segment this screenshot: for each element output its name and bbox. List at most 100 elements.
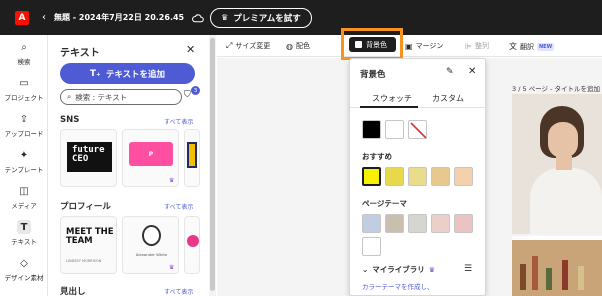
rail-label: プロジェクト	[4, 94, 44, 102]
add-text-button[interactable]: T₊ テキストを追加	[60, 63, 195, 84]
swatch-recommended[interactable]	[454, 167, 473, 186]
rail-item-projects[interactable]: ▭ プロジェクト	[0, 76, 48, 103]
add-text-label: テキストを追加	[105, 69, 166, 80]
filter-count-badge: 3	[191, 86, 200, 95]
section-title-sns: SNS	[60, 115, 80, 125]
background-color-button[interactable]: 背景色	[349, 37, 396, 52]
swatch-black[interactable]	[362, 120, 381, 139]
no-color-icon	[410, 122, 427, 139]
close-icon[interactable]: ✕	[186, 43, 195, 56]
photo-shirt	[530, 168, 602, 234]
search-icon: ⌕	[67, 92, 72, 101]
swatch-none[interactable]	[408, 120, 427, 139]
translate-button[interactable]: 文 翻訳 NEW	[509, 41, 555, 52]
swatch-page-theme[interactable]	[431, 214, 450, 233]
panel-scrollbar-thumb[interactable]	[210, 38, 215, 291]
folder-icon: ▭	[19, 77, 29, 89]
swatch-page-theme[interactable]	[362, 214, 381, 233]
text-panel: テキスト ✕ T₊ テキストを追加 ⌕ 検索 : テキスト ⛉ 3 SNS すべ…	[50, 35, 210, 296]
rail-item-media[interactable]: ◫ メディア	[0, 184, 48, 211]
margin-button[interactable]: ▣ マージン	[405, 41, 443, 51]
text-template-thumb[interactable]: P ♛	[122, 129, 179, 187]
top-bar: A ‹ 無題 - 2024年7月22日 20.26.45 ♛ プレミアムを試す	[0, 0, 602, 35]
rail-item-design-assets[interactable]: ◇ デザイン素材	[0, 256, 48, 283]
text-template-thumb[interactable]: Alexander White ♛	[122, 216, 179, 274]
upload-icon: ⇪	[19, 113, 29, 125]
close-icon[interactable]: ✕	[468, 66, 476, 77]
try-premium-button[interactable]: ♛ プレミアムを試す	[210, 7, 312, 28]
shelf-photo[interactable]	[512, 236, 602, 296]
pink-circle-preview	[187, 235, 199, 247]
see-all-link[interactable]: すべて表示	[164, 117, 193, 126]
swatch-recommended[interactable]	[362, 167, 381, 186]
search-input[interactable]: ⌕ 検索 : テキスト	[60, 89, 182, 105]
my-library-toggle[interactable]: ⌄ マイライブラリ ♛	[362, 264, 435, 275]
portrait-photo[interactable]	[512, 94, 602, 234]
swatch-white[interactable]	[385, 120, 404, 139]
rail-label: メディア	[11, 202, 37, 210]
rail-item-templates[interactable]: ✦ テンプレート	[0, 148, 48, 175]
left-rail: ⌕ 検索 ▭ プロジェクト ⇪ アップロード ✦ テンプレート ◫ メディア T…	[0, 35, 48, 296]
search-placeholder: 検索 : テキスト	[75, 92, 128, 102]
rail-item-search[interactable]: ⌕ 検索	[0, 40, 48, 67]
pink-tag-preview: P	[129, 142, 173, 166]
swatch-page-theme[interactable]	[362, 237, 381, 256]
text-template-thumb[interactable]: MEET THE TEAM LINDSEY MORRISON	[60, 216, 117, 274]
cloud-icon[interactable]	[192, 12, 204, 24]
panel-title: テキスト	[60, 48, 100, 59]
page-info[interactable]: 3 / 5 ページ - タイトルを追加	[512, 83, 600, 93]
person-illustration	[142, 225, 161, 246]
library-settings-icon[interactable]: ☰	[464, 264, 472, 274]
palette-icon: ◍	[286, 41, 293, 51]
premium-crown-icon: ♛	[169, 177, 175, 184]
rail-label: アップロード	[4, 130, 44, 138]
future-ceo-preview: future CEO	[67, 142, 112, 172]
swatch-recommended[interactable]	[385, 167, 404, 186]
resize-label: サイズ変更	[235, 42, 271, 50]
rail-label: テキスト	[11, 238, 37, 246]
text-template-thumb[interactable]	[184, 129, 200, 187]
arrange-button[interactable]: ⊫ 整列	[465, 41, 489, 51]
yellow-tag-preview	[187, 142, 197, 168]
popover-title: 背景色	[360, 70, 386, 80]
meet-sub-preview: LINDSEY MORRISON	[66, 259, 102, 263]
swatch-recommended[interactable]	[431, 167, 450, 186]
tab-custom[interactable]: カスタム	[432, 93, 464, 104]
new-badge: NEW	[537, 42, 555, 51]
rail-item-text[interactable]: T テキスト	[0, 220, 48, 246]
background-swatch-icon	[355, 41, 362, 48]
back-chevron-icon[interactable]: ‹	[42, 12, 46, 23]
swatch-page-theme[interactable]	[454, 214, 473, 233]
tab-active-indicator	[360, 106, 418, 108]
resize-button[interactable]: ⤢ サイズ変更	[226, 41, 270, 51]
tab-swatches[interactable]: スウォッチ	[372, 93, 412, 104]
photo-border	[512, 236, 602, 240]
document-title[interactable]: 無題 - 2024年7月22日 20.26.45	[54, 12, 184, 23]
section-title-profile: プロフィール	[60, 202, 111, 212]
rail-label: デザイン素材	[4, 274, 44, 282]
translate-icon: 文	[509, 42, 517, 51]
text-template-thumb[interactable]	[184, 216, 200, 274]
see-all-link[interactable]: すべて表示	[164, 202, 193, 211]
rail-item-upload[interactable]: ⇪ アップロード	[0, 112, 48, 139]
editor-toolbar: ⤢ サイズ変更 ◍ 配色 ▣ マージン ⊫ 整列 文 翻訳 NEW	[217, 35, 602, 57]
adobe-express-logo[interactable]: A	[15, 10, 29, 25]
design-assets-icon: ◇	[20, 257, 28, 269]
create-color-theme-link[interactable]: カラーテーマを作成し、	[362, 281, 434, 291]
search-icon: ⌕	[21, 41, 27, 53]
swatch-page-theme[interactable]	[385, 214, 404, 233]
person-name-preview: Alexander White	[135, 252, 168, 257]
rail-label: 検索	[17, 58, 31, 66]
my-library-label: マイライブラリ	[372, 265, 425, 274]
swatch-page-theme[interactable]	[408, 214, 427, 233]
rail-label: テンプレート	[4, 166, 44, 174]
recommended-label: おすすめ	[362, 152, 392, 161]
background-color-popover: 背景色 ✎ ✕ スウォッチ カスタム おすすめ ページテーマ ⌄ マイライブラリ…	[349, 58, 487, 296]
try-premium-label: プレミアムを試す	[233, 13, 301, 24]
see-all-link[interactable]: すべて表示	[164, 287, 193, 296]
color-scheme-button[interactable]: ◍ 配色	[286, 41, 310, 51]
eyedropper-icon[interactable]: ✎	[446, 67, 454, 77]
swatch-recommended[interactable]	[408, 167, 427, 186]
color-scheme-label: 配色	[295, 42, 310, 50]
text-template-thumb[interactable]: future CEO	[60, 129, 117, 187]
